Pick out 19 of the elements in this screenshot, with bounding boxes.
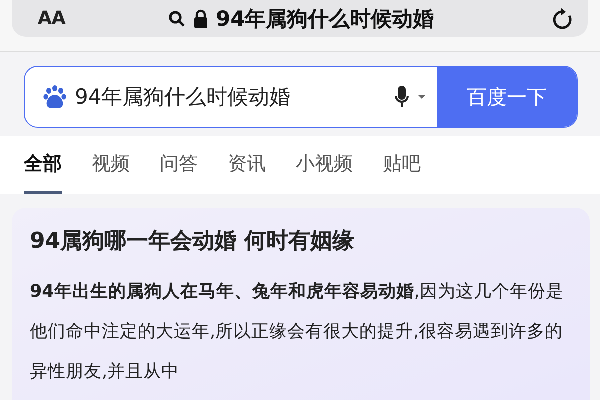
url-text: 94年属狗什么时候动婚 — [216, 6, 434, 32]
search-tab[interactable]: 全部 — [24, 136, 62, 194]
result-title[interactable]: 94属狗哪一年会动婚 何时有姻缘 — [30, 226, 572, 256]
search-icon — [168, 10, 186, 28]
text-size-button[interactable]: AA — [38, 8, 98, 29]
lock-icon — [194, 8, 208, 28]
search-field[interactable]: 94年属狗什么时候动婚 百度一下 — [24, 66, 578, 128]
search-tab[interactable]: 视频 — [92, 136, 130, 194]
search-button[interactable]: 百度一下 — [437, 67, 577, 127]
search-tab[interactable]: 贴吧 — [383, 136, 421, 194]
search-tab[interactable]: 资讯 — [228, 136, 266, 194]
search-tab[interactable]: 小视频 — [296, 136, 353, 194]
microphone-icon[interactable] — [393, 85, 429, 109]
address-bar[interactable]: AA 94年属狗什么时候动婚 — [12, 0, 588, 37]
search-tab[interactable]: 问答 — [160, 136, 198, 194]
reload-icon[interactable] — [552, 6, 574, 30]
search-query: 94年属狗什么时候动婚 — [75, 84, 292, 111]
result-text: 94年出生的属狗人在马年、兔年和虎年容易动婚,因为这几个年份是他们命中注定的大运年,所以正缘会有很大的提升,很容易遇到许多的异性朋友,并且从中 — [30, 280, 565, 384]
paw-logo-icon — [43, 85, 67, 109]
